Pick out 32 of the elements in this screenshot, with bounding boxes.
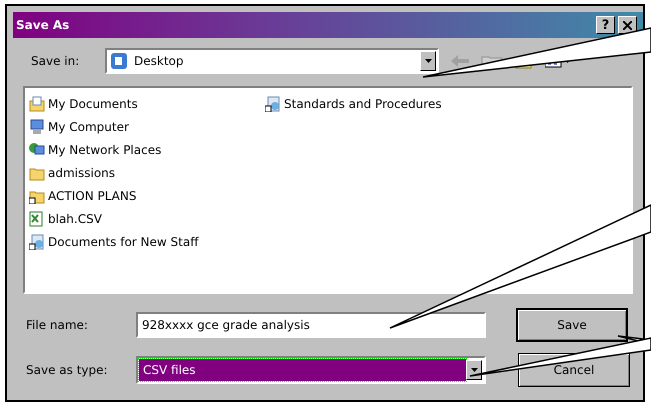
shortcut-file-icon <box>29 234 45 250</box>
dropdown-button[interactable] <box>420 51 436 71</box>
spreadsheet-file-icon <box>29 210 45 226</box>
file-item[interactable]: Documents for New Staff <box>48 234 198 248</box>
dropdown-button[interactable] <box>466 360 482 380</box>
close-icon <box>623 20 632 30</box>
file-item[interactable]: admissions <box>48 166 116 180</box>
file-item[interactable]: Standards and Procedures <box>284 96 442 110</box>
save-button[interactable]: Save <box>516 308 628 342</box>
file-item[interactable]: ACTION PLANS <box>48 188 136 202</box>
shortcut-file-icon <box>265 96 281 112</box>
computer-icon <box>29 118 45 134</box>
network-computer-icon <box>29 142 45 158</box>
caret-icon <box>424 59 432 63</box>
file-name-label: File name: <box>26 318 89 332</box>
save-as-type-label: Save as type: <box>26 363 109 377</box>
file-item[interactable]: blah.CSV <box>48 212 102 226</box>
file-item[interactable]: My Network Places <box>48 142 162 156</box>
save-in-dropdown[interactable]: Desktop <box>105 48 439 74</box>
file-item[interactable]: My Computer <box>48 120 129 134</box>
caret-icon <box>470 368 478 372</box>
window-title: Save As <box>16 18 70 32</box>
save-in-value: Desktop <box>133 54 184 68</box>
save-as-type-value: CSV files <box>139 359 466 381</box>
save-as-type-dropdown[interactable]: CSV files <box>136 356 486 384</box>
desktop-icon <box>110 52 128 70</box>
file-name-field[interactable]: 928xxxx gce grade analysis <box>136 312 486 338</box>
documents-folder-icon <box>29 96 45 112</box>
file-item[interactable]: My Documents <box>48 96 138 110</box>
save-in-label: Save in: <box>31 54 80 68</box>
close-button[interactable] <box>618 16 637 34</box>
help-button[interactable]: ? <box>596 16 615 34</box>
